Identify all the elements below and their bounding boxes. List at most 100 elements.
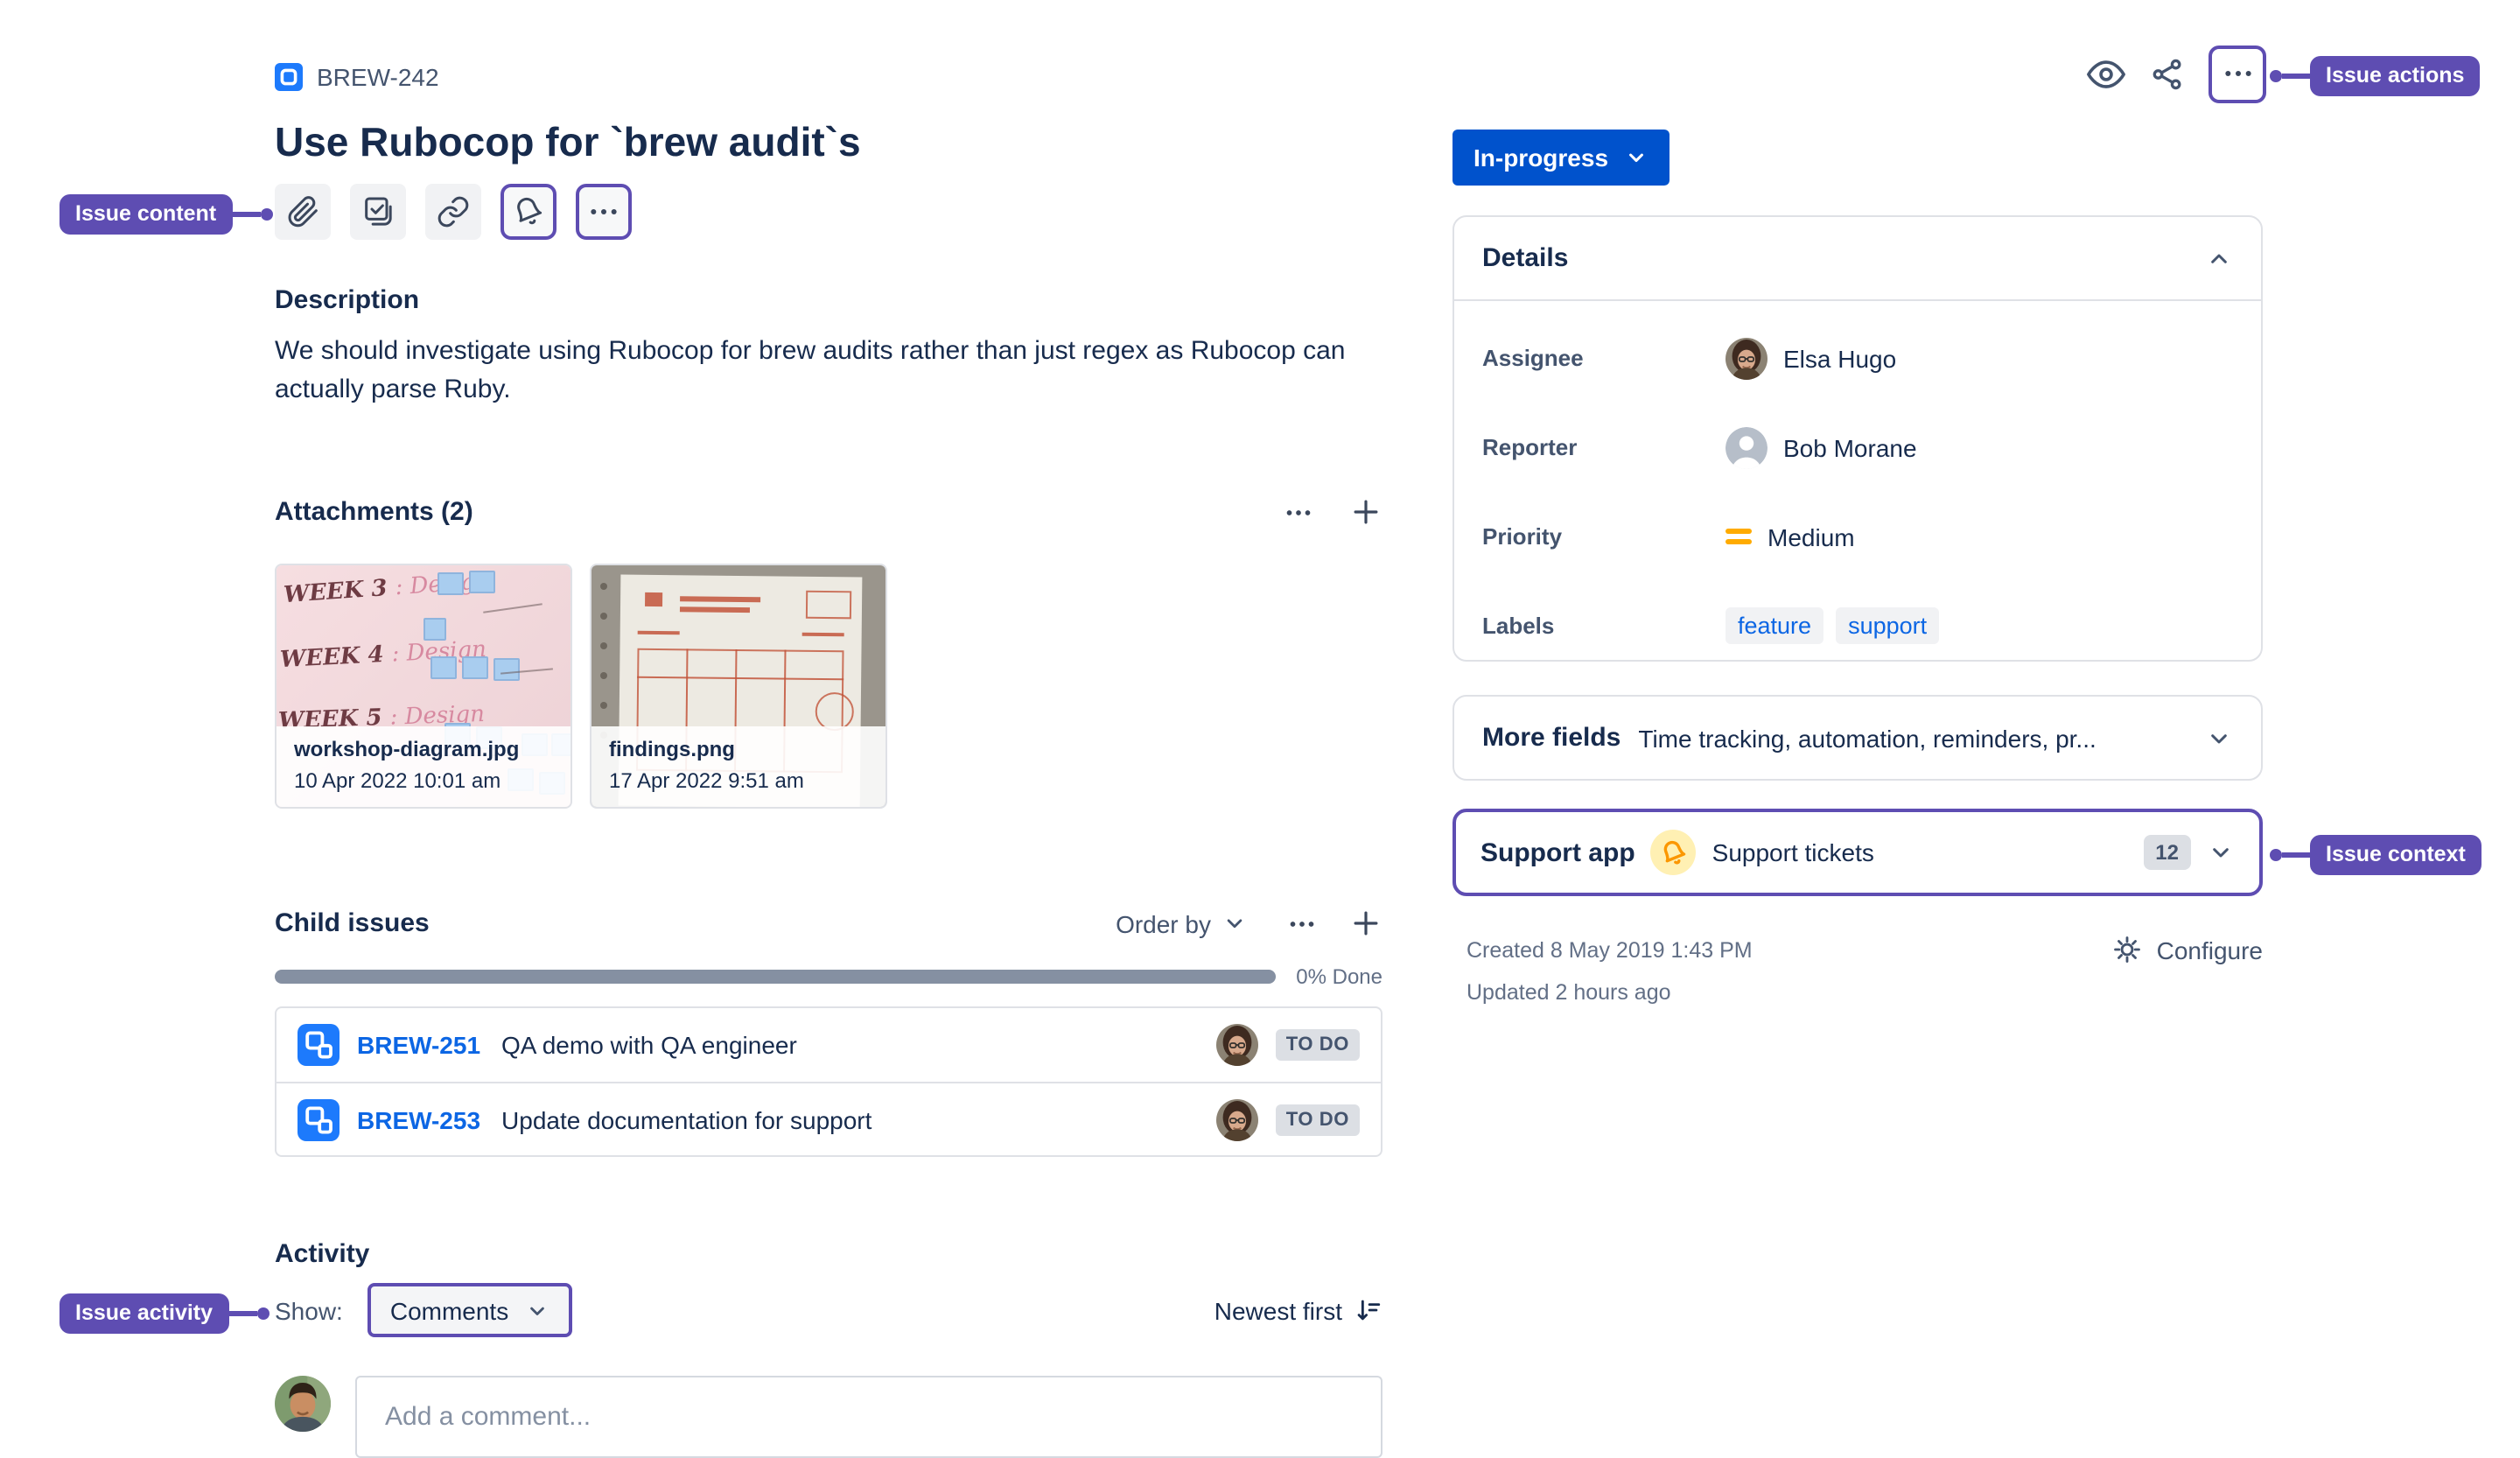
progress-bar — [275, 970, 1276, 984]
more-fields-title: More fields — [1482, 723, 1621, 753]
field-row-reporter: Reporter Bob Morane — [1454, 403, 2261, 492]
attachments-header: Attachments (2) — [275, 495, 1382, 529]
app-notifications-button[interactable] — [500, 184, 556, 240]
share-icon[interactable] — [2149, 55, 2186, 92]
child-issue-key[interactable]: BREW-253 — [357, 1105, 480, 1133]
details-fields: Assignee Elsa Hugo Reporter Bob Morane P… — [1454, 299, 2261, 670]
child-issue-row[interactable]: BREW-251 QA demo with QA engineer TO DO — [276, 1008, 1381, 1082]
child-issue-row[interactable]: BREW-253 Update documentation for suppor… — [276, 1082, 1381, 1155]
attachment-caption: workshop-diagram.jpg 10 Apr 2022 10:01 a… — [276, 726, 570, 807]
created-timestamp: Created 8 May 2019 1:43 PM — [1466, 938, 1753, 963]
activity-filter-dropdown[interactable]: Comments — [367, 1283, 572, 1337]
show-label: Show: — [275, 1296, 343, 1324]
attachment-filename: workshop-diagram.jpg — [294, 737, 520, 761]
details-panel: Details Assignee Elsa Hugo Reporter Bob … — [1452, 215, 2263, 662]
assignee-avatar[interactable] — [1215, 1098, 1258, 1140]
add-comment-section — [275, 1376, 1382, 1458]
annotation-dot — [260, 207, 273, 221]
attachments-heading: Attachments (2) — [275, 497, 473, 527]
child-issue-summary[interactable]: QA demo with QA engineer — [501, 1031, 1199, 1059]
label-tag[interactable]: support — [1836, 607, 1940, 644]
annotation-issue-actions: Issue actions — [2270, 56, 2481, 95]
annotation-issue-activity: Issue activity — [60, 1293, 270, 1333]
labels-label: Labels — [1482, 613, 1555, 639]
details-heading: Details — [1482, 243, 1569, 273]
attachment-date: 17 Apr 2022 9:51 am — [609, 768, 804, 793]
child-issues-heading: Child issues — [275, 908, 430, 938]
child-issues-header: Child issues Order by — [275, 907, 1382, 940]
status-dropdown[interactable]: In-progress — [1452, 130, 1670, 186]
order-by-label: Order by — [1116, 909, 1211, 937]
support-app-panel[interactable]: Support app Support tickets 12 — [1452, 809, 2263, 896]
breadcrumb: BREW-242 — [275, 63, 439, 91]
configure-label: Configure — [2156, 936, 2263, 964]
attachments-add-icon[interactable] — [1349, 495, 1382, 529]
configure-button[interactable]: Configure — [2113, 935, 2263, 964]
issue-actions-more-button[interactable] — [2208, 45, 2266, 102]
reporter-avatar — [1726, 426, 1768, 468]
annotation-line — [228, 1310, 257, 1316]
annotation-line — [2282, 73, 2310, 79]
gear-icon — [2113, 935, 2143, 964]
chevron-up-icon — [2205, 244, 2233, 272]
child-issue-key[interactable]: BREW-251 — [357, 1031, 480, 1059]
child-issues-more-icon[interactable] — [1286, 908, 1318, 939]
annotation-issue-content: Issue content — [60, 194, 273, 234]
child-issue-summary[interactable]: Update documentation for support — [501, 1105, 1199, 1133]
add-child-issue-button[interactable] — [350, 184, 406, 240]
issue-header-actions — [2086, 44, 2266, 103]
chevron-down-icon — [1624, 145, 1648, 170]
child-issues-add-icon[interactable] — [1349, 907, 1382, 940]
comment-input[interactable] — [355, 1376, 1382, 1458]
assignee-avatar[interactable] — [1215, 1024, 1258, 1066]
paperclip-icon — [285, 194, 320, 229]
child-issues-progress: 0% Done — [275, 964, 1382, 989]
field-row-labels: Labels feature support — [1454, 581, 2261, 670]
sort-order-control[interactable]: Newest first — [1214, 1295, 1382, 1325]
attachments-more-icon[interactable] — [1283, 496, 1314, 528]
support-app-title: Support app — [1480, 838, 1635, 867]
watch-icon[interactable] — [2086, 53, 2126, 94]
attachment-filename: findings.png — [609, 737, 735, 761]
toolbar-more-button[interactable] — [576, 184, 632, 240]
attachment-card[interactable]: findings.png 17 Apr 2022 9:51 am — [590, 564, 887, 809]
annotation-dot — [2270, 848, 2282, 861]
reporter-label: Reporter — [1482, 434, 1578, 460]
link-issue-button[interactable] — [425, 184, 481, 240]
assignee-label: Assignee — [1482, 345, 1584, 371]
details-panel-header[interactable]: Details — [1454, 217, 2261, 299]
chevron-down-icon — [1222, 910, 1248, 936]
issue-key[interactable]: BREW-242 — [317, 63, 439, 91]
annotation-label: Issue activity — [60, 1293, 229, 1333]
reporter-value[interactable]: Bob Morane — [1783, 433, 1917, 461]
attachment-card[interactable]: WEEK 3 : Design WEEK 4 : Design WEEK 5 :… — [275, 564, 572, 809]
support-app-subtitle: Support tickets — [1712, 838, 1874, 866]
order-by-control[interactable]: Order by — [1116, 909, 1248, 937]
assignee-value[interactable]: Elsa Hugo — [1783, 344, 1896, 372]
sort-label: Newest first — [1214, 1296, 1342, 1324]
status-lozenge[interactable]: TO DO — [1275, 1029, 1360, 1061]
priority-value[interactable]: Medium — [1768, 522, 1855, 550]
sort-descending-icon — [1353, 1295, 1382, 1325]
activity-controls: Show: Comments Newest first — [275, 1283, 1382, 1337]
updated-timestamp: Updated 2 hours ago — [1466, 980, 1671, 1005]
description-heading: Description — [275, 285, 420, 315]
chevron-down-icon — [2207, 838, 2235, 866]
support-app-bell-icon — [1650, 830, 1697, 875]
priority-label: Priority — [1482, 523, 1563, 550]
support-tickets-count: 12 — [2143, 835, 2191, 870]
more-fields-panel[interactable]: More fields Time tracking, automation, r… — [1452, 695, 2263, 781]
attach-button[interactable] — [275, 184, 331, 240]
child-issues-list: BREW-251 QA demo with QA engineer TO DO … — [275, 1006, 1382, 1157]
annotation-label: Issue context — [2310, 835, 2482, 874]
ellipsis-icon — [586, 194, 621, 229]
label-tag[interactable]: feature — [1726, 607, 1824, 644]
child-issue-icon — [360, 194, 396, 229]
status-lozenge[interactable]: TO DO — [1275, 1104, 1360, 1135]
activity-heading: Activity — [275, 1239, 370, 1269]
description-body[interactable]: We should investigate using Rubocop for … — [275, 333, 1395, 410]
issue-toolbar — [275, 184, 632, 240]
issue-title[interactable]: Use Rubocop for `brew audit`s — [275, 119, 1430, 166]
annotation-line — [2282, 852, 2310, 858]
attachments-list: WEEK 3 : Design WEEK 4 : Design WEEK 5 :… — [275, 564, 887, 809]
